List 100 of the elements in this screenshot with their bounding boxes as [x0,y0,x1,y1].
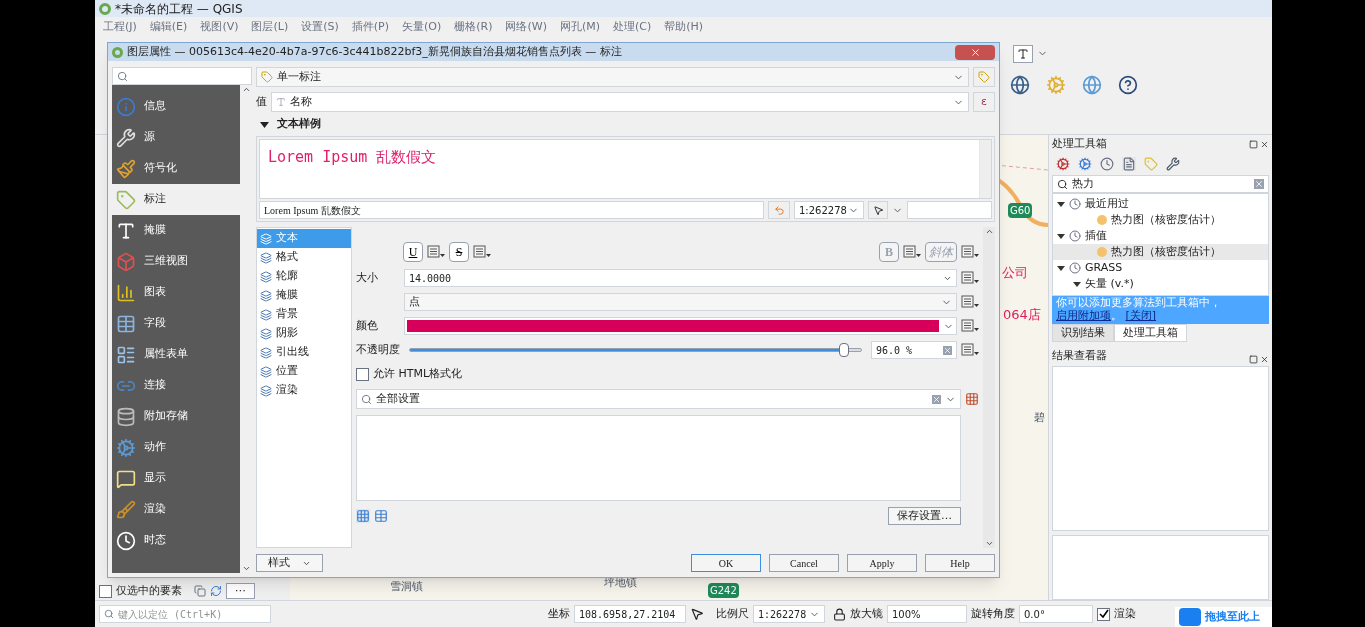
float-icon[interactable] [1249,355,1258,364]
scroll-down-icon[interactable] [984,539,994,548]
link[interactable]: 启用附加项 [1056,309,1111,322]
menu-item[interactable]: 编辑(E) [149,18,188,36]
menu-item[interactable]: 处理(C) [613,18,652,36]
data-defined-icon[interactable] [961,319,979,333]
sidebar-item[interactable]: 附加存储 [112,401,240,432]
background-color-combo[interactable] [907,201,992,219]
tab[interactable]: 格式 [257,248,351,267]
grid-view-icon[interactable] [356,509,370,523]
sidebar-item[interactable]: 三维视图 [112,246,240,277]
checkbox[interactable] [356,367,369,381]
sidebar-item[interactable]: 图表 [112,277,240,308]
sidebar-item[interactable]: 连接 [112,370,240,401]
tree-item[interactable]: 最近用过 [1053,196,1268,212]
opacity-slider-track[interactable] [409,348,862,352]
settings-search-combo[interactable]: 全部设置 [356,389,961,409]
tab[interactable]: 轮廓 [257,267,351,286]
menu-item[interactable]: 视图(V) [200,18,239,36]
tab[interactable]: 引出线 [257,343,351,362]
menu-item[interactable]: 插件(P) [351,18,389,36]
scroll-down-icon[interactable] [241,564,251,573]
help-icon[interactable] [1118,75,1138,95]
sidebar-item[interactable]: 掩膜 [112,215,240,246]
close-icon[interactable] [1260,355,1269,364]
rotation-field[interactable]: 0.0° [1019,605,1093,623]
close-icon[interactable] [1260,139,1269,149]
close-link[interactable]: [关闭] [1125,309,1157,322]
sidebar-item[interactable]: 字段 [112,308,240,339]
size-spinbox[interactable]: 14.0000 [404,269,957,287]
scroll-up-icon[interactable] [984,227,994,236]
float-icon[interactable] [1249,139,1258,149]
sidebar-item[interactable]: 源 [112,122,240,153]
data-defined-icon[interactable] [473,245,491,259]
gear-icon[interactable] [1056,157,1070,171]
dialog-button[interactable]: Help [925,554,995,572]
copy-icon[interactable] [194,585,206,597]
style-menu-button[interactable]: 样式 [256,554,323,572]
settings-icon[interactable] [965,392,979,406]
data-defined-icon[interactable] [961,295,979,309]
scale-combo[interactable]: 1:262278 [753,605,825,623]
format-button[interactable]: S [449,242,469,262]
search-field[interactable]: 热力 [1052,175,1269,193]
collapse-triangle-icon[interactable] [260,119,269,129]
wrench-icon[interactable] [1166,157,1180,171]
refresh-icon[interactable] [210,585,222,597]
tree-item[interactable]: 矢量 (v.*) [1053,276,1268,292]
sidebar-item[interactable]: 标注 [112,184,240,215]
expand-triangle-icon[interactable] [1057,200,1065,208]
table-view-icon[interactable] [374,509,388,523]
dialog-button[interactable]: Apply [847,554,917,572]
menu-item[interactable]: 网孔(M) [559,18,601,36]
data-defined-icon[interactable] [903,245,921,259]
tab[interactable]: 掩膜 [257,286,351,305]
scrollbar[interactable] [979,140,991,198]
menu-item[interactable]: 设置(S) [301,18,339,36]
menu-item[interactable]: 工程(J) [103,18,137,36]
expand-triangle-icon[interactable] [1057,264,1065,272]
expression-button[interactable]: ε [973,92,995,112]
slider-handle[interactable] [838,343,849,357]
tree-item[interactable]: GRASS [1053,260,1268,276]
text-annotation-icon[interactable] [1013,44,1033,63]
unit-combo[interactable]: 点 [404,293,957,311]
sidebar-item[interactable]: 渲染 [112,494,240,525]
tree-item[interactable]: 热力图（核密度估计） [1053,244,1268,260]
sample-text-field[interactable]: Lorem Ipsum 乱数假文 [259,201,764,219]
upload-overlay[interactable]: 拖拽至此上 [1175,607,1272,627]
menu-item[interactable]: 栅格(R) [454,18,493,36]
expand-triangle-icon[interactable] [1073,280,1081,288]
label-mode-combo[interactable]: 单一标注 [256,67,969,87]
data-defined-icon[interactable] [961,245,979,259]
lock-icon[interactable] [833,607,846,621]
clock-icon[interactable] [1100,157,1114,171]
tree-item[interactable]: 插值 [1053,228,1268,244]
coordinate-field[interactable]: 108.6958,27.2104 [574,605,686,623]
format-button[interactable]: U [403,242,423,262]
cursor-button[interactable] [868,201,888,219]
menu-item[interactable]: 图层(L) [251,18,289,36]
mouse-icon[interactable] [690,607,704,621]
expand-triangle-icon[interactable] [1057,232,1065,240]
tab[interactable]: 背景 [257,305,351,324]
scroll-up-icon[interactable] [241,85,251,94]
menu-item[interactable]: 矢量(O) [402,18,442,36]
data-defined-icon[interactable] [961,271,979,285]
save-settings-button[interactable]: 保存设置… [888,507,961,525]
checkbox[interactable] [99,584,112,598]
value-combo[interactable]: 名称 [271,92,969,112]
tree-item[interactable]: 热力图（核密度估计） [1053,212,1268,228]
opacity-spinbox[interactable]: 96.0 % [871,341,957,359]
close-button[interactable] [955,44,995,60]
color-button[interactable] [404,317,957,335]
tab[interactable]: 识别结果 [1052,324,1114,342]
document-icon[interactable] [1122,157,1136,171]
sidebar-item[interactable]: 显示 [112,463,240,494]
clear-icon[interactable] [932,394,941,404]
tab[interactable]: 处理工具箱 [1114,324,1187,342]
sidebar-item[interactable]: 动作 [112,432,240,463]
locator-field[interactable]: 键入以定位 (Ctrl+K) [99,605,271,623]
tab[interactable]: 位置 [257,362,351,381]
dialog-button[interactable]: Cancel [769,554,839,572]
